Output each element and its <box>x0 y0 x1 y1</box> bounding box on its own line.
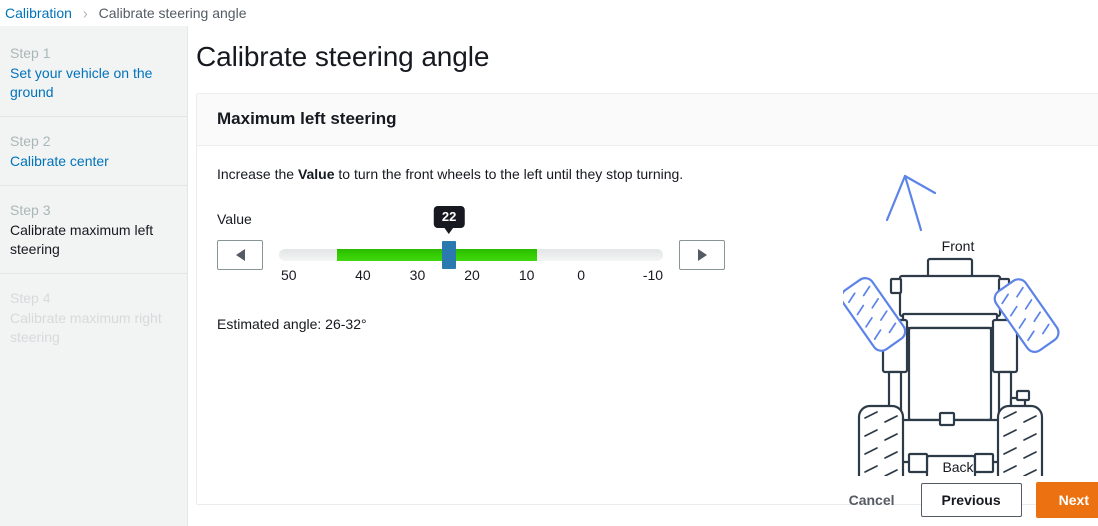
triangle-left-icon <box>235 249 245 261</box>
back-label: Back <box>942 459 974 475</box>
increment-button[interactable] <box>679 240 725 270</box>
diagram-column: Front Back <box>833 164 1083 492</box>
sidebar-item-step-1[interactable]: Step 1 Set your vehicle on the ground <box>0 40 187 117</box>
step-2-number: Step 2 <box>10 133 51 149</box>
step-2-label[interactable]: Calibrate center <box>10 152 169 171</box>
estimated-angle-text: Estimated angle: 26-32° <box>217 316 367 332</box>
sidebar-item-step-4: Step 4 Calibrate maximum right steering <box>0 285 187 361</box>
sidebar-item-step-2[interactable]: Step 2 Calibrate center <box>0 128 187 186</box>
slider-thumb[interactable] <box>442 241 457 269</box>
breadcrumb: Calibration › Calibrate steering angle <box>0 0 1098 26</box>
main-content: Calibrate steering angle Maximum left st… <box>188 26 1098 526</box>
cancel-button[interactable]: Cancel <box>837 484 907 516</box>
instruction-text: Increase the Value to turn the front whe… <box>217 164 833 184</box>
front-label: Front <box>941 238 975 254</box>
slider-range-highlight <box>336 249 538 261</box>
value-slider-row: 22 50 40 30 20 10 0 -10 <box>217 206 833 292</box>
card-header-title: Maximum left steering <box>217 109 397 128</box>
vehicle-diagram: Front Back <box>840 166 1073 492</box>
step-3-number: Step 3 <box>10 202 51 218</box>
next-button[interactable]: Next <box>1035 482 1098 518</box>
instruction-pre: Increase the <box>217 166 298 182</box>
sidebar-item-step-3[interactable]: Step 3 Calibrate maximum left steering <box>0 197 187 274</box>
card-body: Increase the Value to turn the front whe… <box>197 146 1098 504</box>
vehicle-top-view-svg <box>840 174 1060 492</box>
step-1-label[interactable]: Set your vehicle on the ground <box>10 64 169 102</box>
step-3-label: Calibrate maximum left steering <box>10 222 154 257</box>
step-1-number: Step 1 <box>10 45 51 61</box>
slider-value-tooltip: 22 <box>433 206 465 234</box>
slider-tick: 30 <box>409 267 426 283</box>
instruction-emphasis: Value <box>297 166 335 182</box>
slider-area[interactable]: 22 50 40 30 20 10 0 -10 <box>279 206 663 283</box>
slider-tick: 40 <box>355 267 371 283</box>
breadcrumb-current: Calibrate steering angle <box>98 5 247 21</box>
slider-tick-labels: 50 40 30 20 10 0 -10 <box>279 267 663 283</box>
calibration-card: Maximum left steering Increase the Value… <box>196 93 1098 505</box>
turn-direction-arrow-icon <box>885 174 937 232</box>
wizard-sidebar: Step 1 Set your vehicle on the ground St… <box>0 26 188 526</box>
page-title: Calibrate steering angle <box>196 41 490 72</box>
previous-button[interactable]: Previous <box>920 483 1022 517</box>
page-layout: Step 1 Set your vehicle on the ground St… <box>0 26 1098 526</box>
instruction-post: to turn the front wheels to the left unt… <box>334 166 684 182</box>
slider-tick: 0 <box>577 267 586 283</box>
controls-column: Increase the Value to turn the front whe… <box>217 164 833 476</box>
step-4-label: Calibrate maximum right steering <box>10 310 162 345</box>
slider-tick: 50 <box>281 267 297 283</box>
chevron-right-icon: › <box>82 3 88 23</box>
triangle-right-icon <box>697 249 707 261</box>
slider-tick: 10 <box>518 267 535 283</box>
step-4-number: Step 4 <box>10 290 51 306</box>
value-field-label: Value <box>217 211 252 227</box>
slider-tick: -10 <box>642 267 664 283</box>
slider-track[interactable] <box>279 241 663 269</box>
decrement-button[interactable] <box>217 240 263 270</box>
wizard-footer: Cancel Previous Next <box>837 482 1098 518</box>
slider-tick: 20 <box>464 267 480 283</box>
breadcrumb-link-calibration[interactable]: Calibration <box>5 5 72 21</box>
card-header: Maximum left steering <box>197 94 1098 146</box>
